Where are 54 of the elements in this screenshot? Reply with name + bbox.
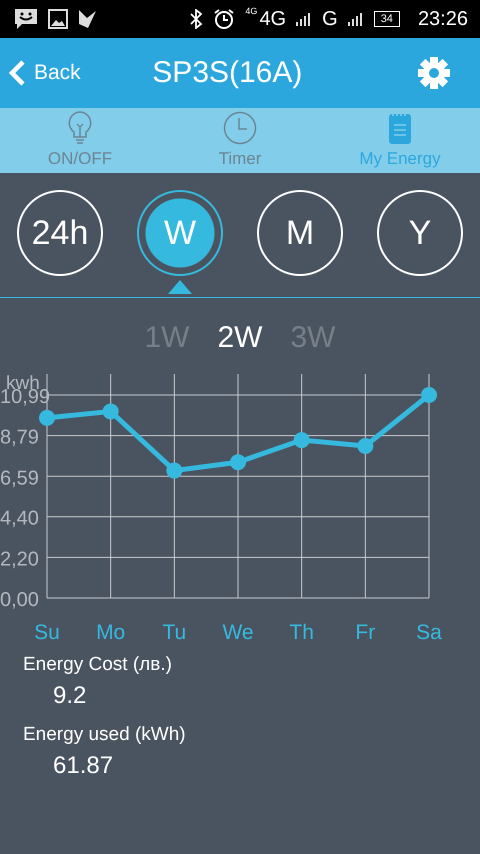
alarm-clock-icon [213,8,236,30]
tab[interactable]: Timer [160,108,320,173]
axis-label: 4,40 [0,508,39,530]
signal-icon [296,12,312,26]
image-icon [48,9,68,29]
tab[interactable]: ON/OFF [0,108,160,173]
network-label: G [322,8,338,30]
summary-label: Energy Cost (лв.) [23,654,173,676]
data-point [39,410,55,426]
clock-icon [223,111,257,145]
settings-icon[interactable] [418,57,450,89]
network-label: 4G [245,6,258,16]
bluetooth-icon [189,9,204,29]
axis-label: Fr [355,621,376,644]
summary-label: Energy used (kWh) [23,724,187,746]
axis-label: Mo [96,621,126,644]
battery-level: 34 [374,11,400,27]
pointer-icon [168,280,192,294]
summary-value: 9.2 [53,682,88,710]
tab-label: My Energy [359,149,441,169]
network-label: 4G [259,8,286,30]
axis-label: Tu [162,621,186,644]
tab-label: Timer [218,149,262,169]
axis-label: 6,59 [0,467,39,490]
axis-label: We [222,621,254,644]
data-point [421,387,437,403]
axis-label: Th [289,621,314,644]
light-bulb-icon [67,111,93,145]
axis-label: Su [34,621,60,644]
clock-time: 23:26 [418,8,468,30]
tab[interactable]: My Energy [320,108,480,173]
notepad-icon [388,111,412,145]
data-point [294,432,310,448]
device-title: SP3S(16A) [151,56,304,90]
summary-value: 61.87 [53,752,114,780]
message-icon [14,8,38,30]
data-point [102,403,119,420]
axis-label: Sa [416,621,442,644]
chevron-left-icon [8,59,26,87]
axis-label: 2,20 [0,548,39,570]
range-tab[interactable]: 2W [218,320,262,354]
data-point [166,462,182,479]
period-button[interactable]: M [257,190,343,276]
period-button[interactable]: 24h [17,190,103,276]
axis-label: 0,00 [0,589,39,611]
data-point [357,438,374,454]
data-point [230,454,246,470]
period-button[interactable]: Y [377,190,463,276]
signal-icon [348,12,364,26]
check-icon [78,9,98,29]
axis-label: 8,79 [0,426,39,449]
period-button[interactable]: W [137,190,223,276]
tab-label: ON/OFF [48,149,112,169]
back-button[interactable]: Back [8,59,81,87]
